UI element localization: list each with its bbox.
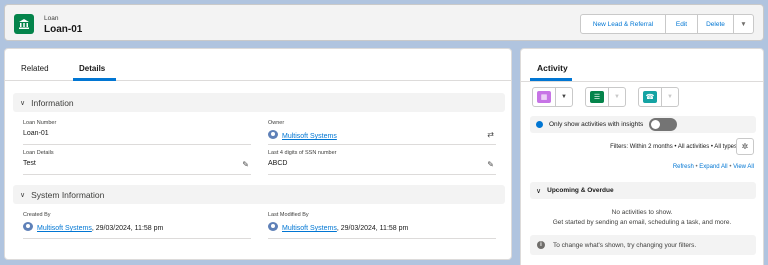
new-event-button[interactable]: ▦ ▼ — [532, 87, 573, 107]
field-loan-details: Loan Details Test ✎ — [23, 150, 251, 175]
gear-icon[interactable]: ✲ — [736, 138, 754, 155]
activity-card: Activity ▦ ▼ ☰ ▼ ☎ ▼ Only show activitie… — [520, 48, 764, 265]
modified-date: , 29/03/2024, 11:58 pm — [336, 225, 409, 232]
filter-hint-text: To change what's shown, try changing you… — [553, 241, 697, 249]
get-started-text: Get started by sending an email, schedul… — [552, 219, 732, 226]
activity-links: Refresh • Expand All • View All — [672, 164, 754, 170]
insights-toggle-label: Only show activities with insights — [549, 121, 644, 128]
field-value: Multisoft Systems, 29/03/2024, 11:58 pm — [23, 222, 163, 232]
user-avatar-icon — [268, 222, 278, 231]
field-label: Last 4 digits of SSN number — [268, 150, 337, 156]
chevron-down-icon: ∨ — [20, 99, 26, 107]
modified-by-link[interactable]: Multisoft Systems — [282, 225, 337, 232]
chevron-down-icon: ▼ — [608, 88, 625, 106]
filter-hint-row: i To change what's shown, try changing y… — [530, 235, 756, 255]
field-value: Test — [23, 160, 36, 167]
filters-summary[interactable]: Filters: Within 2 months • All activitie… — [610, 144, 737, 150]
details-card: Related Details ∨ Information Loan Numbe… — [4, 48, 512, 260]
field-label: Owner — [268, 120, 285, 126]
tab-details[interactable]: Details — [79, 64, 105, 73]
field-value: ABCD — [268, 160, 288, 167]
insights-icon — [536, 121, 543, 128]
pencil-icon[interactable]: ✎ — [242, 160, 249, 169]
field-owner: Owner Multisoft Systems ⇄ — [268, 120, 496, 145]
calendar-icon: ▦ — [537, 91, 551, 103]
task-list-icon: ☰ — [590, 91, 604, 103]
chevron-down-icon: ∨ — [20, 191, 26, 199]
chevron-down-icon: ∨ — [536, 187, 542, 195]
divider — [521, 81, 763, 82]
object-type-label: Loan — [44, 15, 59, 22]
section-information-header[interactable]: ∨ Information — [13, 93, 505, 112]
log-call-button[interactable]: ☎ ▼ — [638, 87, 679, 107]
record-title: Loan-01 — [44, 24, 83, 35]
section-title: Information — [31, 97, 74, 108]
info-icon: i — [537, 241, 545, 249]
change-owner-icon[interactable]: ⇄ — [487, 130, 494, 139]
field-label: Last Modified By — [268, 212, 309, 218]
tab-activity[interactable]: Activity — [537, 63, 568, 73]
section-system-information-header[interactable]: ∨ System Information — [13, 185, 505, 204]
bank-icon — [14, 14, 34, 34]
upcoming-overdue-header[interactable]: ∨ Upcoming & Overdue — [530, 182, 756, 199]
edit-button[interactable]: Edit — [665, 14, 698, 34]
field-last-modified-by: Last Modified By Multisoft Systems, 29/0… — [268, 212, 496, 239]
owner-link[interactable]: Multisoft Systems — [282, 133, 337, 140]
delete-button[interactable]: Delete — [697, 14, 734, 34]
section-title: Upcoming & Overdue — [547, 187, 614, 194]
field-loan-number: Loan Number Loan-01 — [23, 120, 251, 145]
new-task-button[interactable]: ☰ ▼ — [585, 87, 626, 107]
insights-toggle[interactable] — [649, 118, 678, 131]
refresh-link[interactable]: Refresh — [673, 164, 694, 170]
section-title: System Information — [31, 189, 105, 200]
tab-related[interactable]: Related — [21, 64, 49, 73]
created-date: , 29/03/2024, 11:58 pm — [91, 225, 164, 232]
field-created-by: Created By Multisoft Systems, 29/03/2024… — [23, 212, 251, 239]
view-all-link[interactable]: View All — [733, 164, 754, 170]
new-lead-referral-button[interactable]: New Lead & Referral — [580, 14, 666, 34]
user-avatar-icon — [23, 222, 33, 231]
active-tab-indicator — [73, 78, 116, 81]
expand-all-link[interactable]: Expand All — [699, 164, 727, 170]
field-value: Multisoft Systems — [268, 130, 337, 140]
record-header: Loan Loan-01 New Lead & Referral Edit De… — [4, 4, 764, 41]
field-value: Multisoft Systems, 29/03/2024, 11:58 pm — [268, 222, 408, 232]
chevron-down-icon[interactable]: ▼ — [555, 88, 572, 106]
header-actions: New Lead & Referral Edit Delete ▼ — [580, 14, 754, 34]
field-label: Loan Details — [23, 150, 54, 156]
chevron-down-icon: ▼ — [661, 88, 678, 106]
pencil-icon[interactable]: ✎ — [487, 160, 494, 169]
user-avatar-icon — [268, 130, 278, 139]
field-ssn-last4: Last 4 digits of SSN number ABCD ✎ — [268, 150, 496, 175]
no-activities-text: No activities to show. — [611, 209, 673, 216]
field-label: Created By — [23, 212, 51, 218]
field-label: Loan Number — [23, 120, 57, 126]
insights-toggle-row: Only show activities with insights — [530, 116, 756, 133]
field-value: Loan-01 — [23, 130, 49, 137]
more-actions-button[interactable]: ▼ — [733, 14, 754, 34]
chevron-down-icon: ▼ — [740, 20, 747, 28]
phone-icon: ☎ — [643, 91, 657, 103]
record-tabs: Related Details — [5, 49, 511, 81]
created-by-link[interactable]: Multisoft Systems — [37, 225, 92, 232]
